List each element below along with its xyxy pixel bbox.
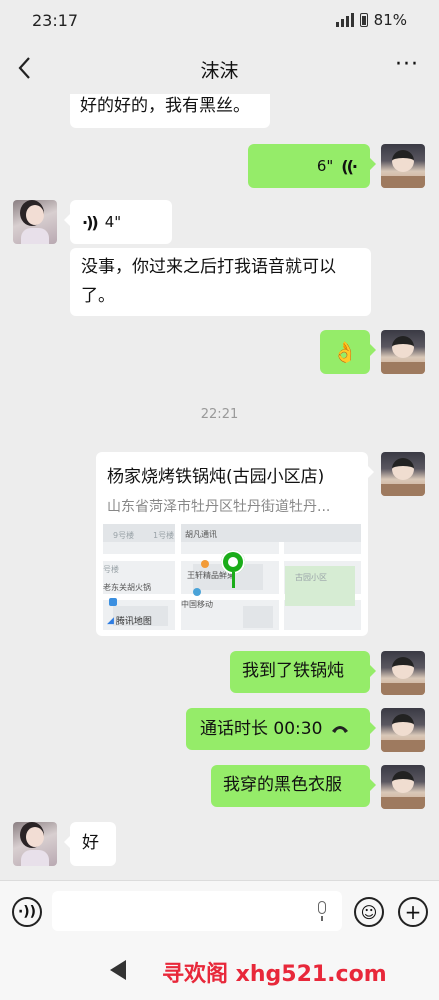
voice-input-toggle-icon[interactable]: ·)) — [12, 897, 42, 927]
voice-wave-icon: ((· — [341, 156, 358, 176]
map-label: 古园小区 — [295, 573, 327, 582]
location-map[interactable]: 9号楼 1号楼 胡凡通讯 号楼 王轩精品鲜果 古园小区 老东关胡火锅 中国移动 … — [103, 524, 361, 630]
voice-duration: 6" — [316, 156, 334, 175]
location-card[interactable]: 杨家烧烤铁锅炖(古园小区店) 山东省菏泽市牡丹区牡丹街道牡丹... 9号楼 1号… — [96, 452, 374, 636]
message-bubble-incoming[interactable]: 好的好的，我有黑丝。 — [70, 94, 270, 128]
voice-duration: 4" — [104, 212, 122, 231]
avatar-self[interactable] — [381, 708, 425, 752]
message-bubble-outgoing[interactable]: 我穿的黑色衣服 — [211, 765, 376, 807]
plus-icon[interactable]: + — [398, 897, 428, 927]
chat-header: 沫沫 ··· — [0, 42, 439, 94]
voice-message-outgoing[interactable]: 6" ((· — [248, 144, 376, 188]
message-text: 好 — [82, 833, 99, 853]
input-bar: ·)) ☺ + — [0, 880, 439, 943]
message-text: 我穿的黑色衣服 — [223, 775, 342, 795]
signal-icon — [335, 13, 354, 27]
location-pin-icon — [221, 550, 245, 574]
voice-message-incoming[interactable]: ·)) 4" — [64, 200, 172, 244]
chat-title: 沫沫 — [200, 60, 239, 82]
message-bubble-outgoing[interactable]: 我到了铁锅炖 — [230, 651, 376, 693]
avatar-contact[interactable] — [13, 200, 57, 244]
message-list[interactable]: 好的好的，我有黑丝。 6" ((· ·)) 4" 没事，你过来之后打我语音就可以… — [0, 94, 439, 880]
map-label: 1号楼 — [153, 531, 175, 540]
avatar-self[interactable] — [381, 452, 425, 496]
avatar-self[interactable] — [381, 144, 425, 188]
message-bubble-outgoing[interactable]: 👌 — [320, 330, 376, 374]
status-bar: 23:17 81% — [0, 0, 439, 42]
message-text: 好的好的，我有黑丝。 — [80, 96, 250, 116]
mic-icon[interactable] — [316, 901, 328, 923]
message-bubble-incoming[interactable]: 没事，你过来之后打我语音就可以了。 — [70, 248, 371, 316]
call-duration-text: 通话时长 00:30 — [200, 718, 323, 739]
poi-marker — [109, 598, 117, 606]
watermark: 寻欢阁 xhg521.com — [162, 962, 387, 987]
message-text: 没事，你过来之后打我语音就可以了。 — [81, 257, 336, 306]
system-nav-bar: 寻欢阁 xhg521.com — [0, 942, 439, 1000]
battery-level: 81% — [373, 11, 407, 29]
message-input[interactable] — [52, 891, 342, 931]
status-indicators: 81% — [335, 11, 407, 29]
map-provider-logo: ◢ 腾讯地图 — [107, 615, 152, 628]
map-label: 9号楼 — [113, 531, 135, 540]
message-bubble-incoming[interactable]: 好 — [64, 822, 116, 866]
message-text: 我到了铁锅炖 — [242, 661, 344, 681]
avatar-self[interactable] — [381, 330, 425, 374]
more-options-button[interactable]: ··· — [395, 52, 419, 77]
map-provider-name: 腾讯地图 — [115, 617, 152, 627]
poi-marker — [201, 560, 209, 568]
emoji-icon[interactable]: ☺ — [354, 897, 384, 927]
system-back-icon[interactable] — [110, 960, 126, 980]
status-time: 23:17 — [32, 11, 79, 30]
map-label: 老东关胡火锅 — [103, 583, 151, 592]
map-label: 号楼 — [103, 565, 119, 574]
battery-icon — [359, 13, 368, 27]
avatar-self[interactable] — [381, 651, 425, 695]
location-name: 杨家烧烤铁锅炖(古园小区店) — [107, 467, 325, 487]
location-pin-stem — [232, 572, 235, 588]
avatar-self[interactable] — [381, 765, 425, 809]
phone-hangup-icon — [332, 726, 349, 733]
location-address: 山东省菏泽市牡丹区牡丹街道牡丹... — [107, 499, 331, 515]
message-timestamp: 22:21 — [200, 407, 239, 422]
voice-wave-icon: ·)) — [82, 212, 99, 232]
avatar-contact[interactable] — [13, 822, 57, 866]
ok-hand-emoji: 👌 — [332, 340, 358, 364]
map-label: 中国移动 — [181, 600, 213, 609]
call-record-outgoing[interactable]: 通话时长 00:30 — [186, 708, 376, 750]
poi-marker — [193, 588, 201, 596]
map-label: 胡凡通讯 — [185, 530, 217, 539]
